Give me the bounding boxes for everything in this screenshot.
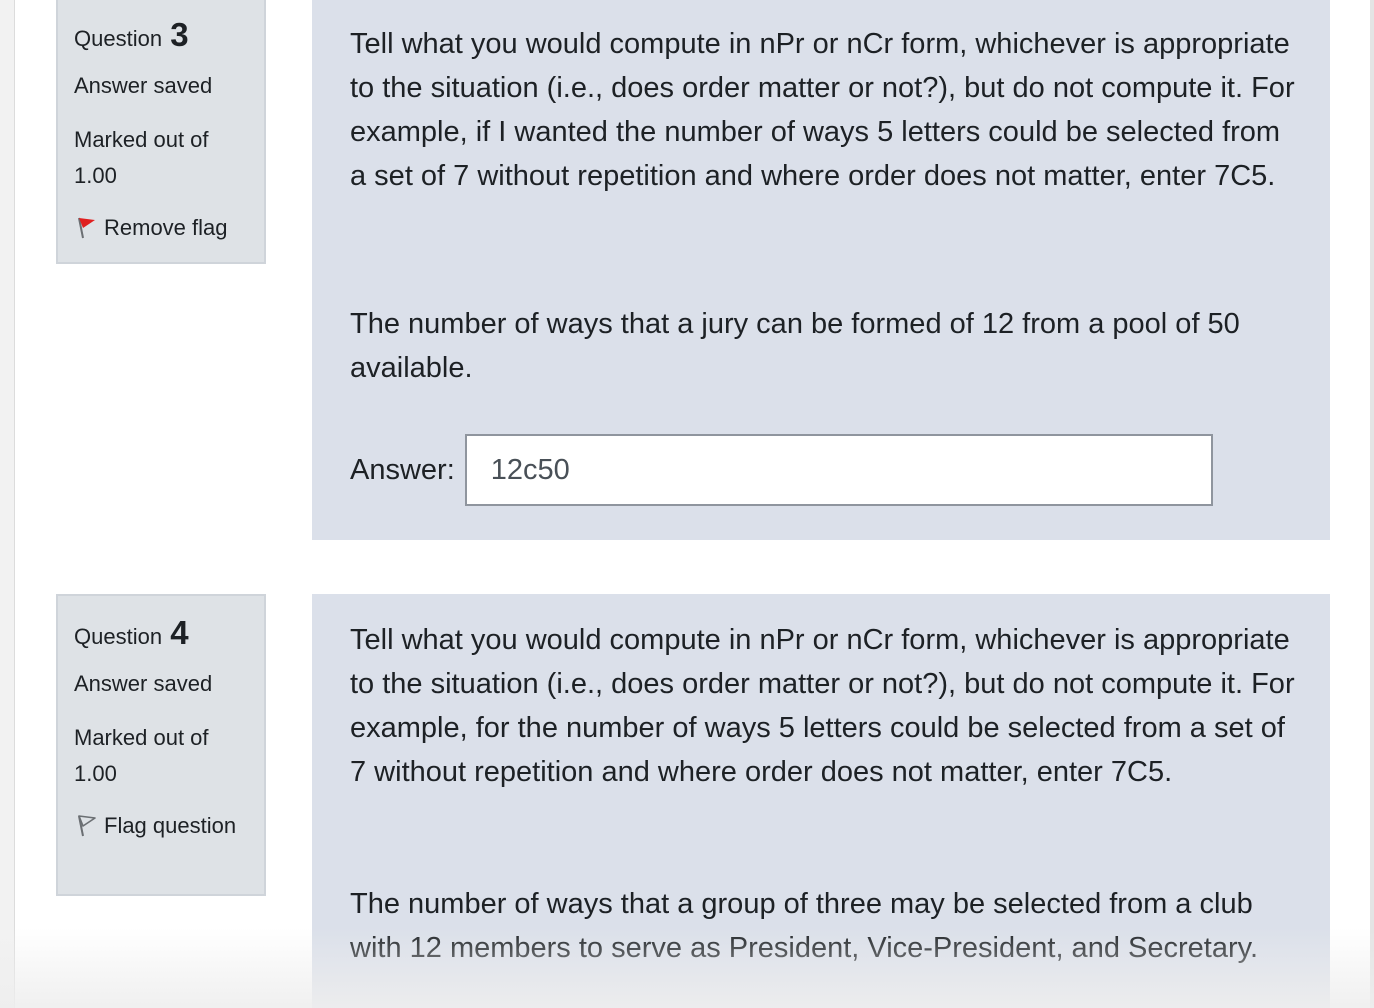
page-left-border xyxy=(0,0,15,1008)
question-4-content: Tell what you would compute in nPr or nC… xyxy=(312,594,1330,1008)
question-3-remove-flag-link[interactable]: Remove flag xyxy=(74,210,254,246)
answer-label: Answer: xyxy=(350,453,455,486)
question-3-answer-row: Answer: xyxy=(350,434,1213,506)
question-4-flag-question-link[interactable]: Flag question xyxy=(74,808,254,844)
question-4-grade: Marked out of 1.00 xyxy=(74,725,209,786)
question-4-prompt: The number of ways that a group of three… xyxy=(350,888,1259,964)
question-3-content: Tell what you would compute in nPr or nC… xyxy=(312,0,1330,540)
question-3-state: Answer saved xyxy=(74,73,213,98)
question-number: 4 xyxy=(170,614,189,651)
question-number: 3 xyxy=(170,16,189,53)
flag-red-icon xyxy=(74,214,98,239)
flag-outline-icon xyxy=(74,812,98,837)
question-4-instructions: Tell what you would compute in nPr or nC… xyxy=(350,624,1295,788)
question-3-grade: Marked out of 1.00 xyxy=(74,127,209,188)
question-4-number-heading: Question 4 xyxy=(74,614,189,652)
question-3-info-panel: Question 3 Answer saved Marked out of 1.… xyxy=(56,0,266,264)
question-4-state: Answer saved xyxy=(74,671,213,696)
question-3-instructions: Tell what you would compute in nPr or nC… xyxy=(350,28,1295,192)
page-right-border xyxy=(1370,0,1374,1008)
question-3-number-heading: Question 3 xyxy=(74,16,189,54)
flag-label: Flag question xyxy=(104,813,237,838)
question-3-prompt: The number of ways that a jury can be fo… xyxy=(350,308,1240,384)
flag-label: Remove flag xyxy=(104,215,228,240)
question-label: Question xyxy=(74,26,163,51)
question-3-answer-input[interactable] xyxy=(464,434,1213,506)
question-4-info-panel: Question 4 Answer saved Marked out of 1.… xyxy=(56,594,266,896)
question-label: Question xyxy=(74,624,163,649)
